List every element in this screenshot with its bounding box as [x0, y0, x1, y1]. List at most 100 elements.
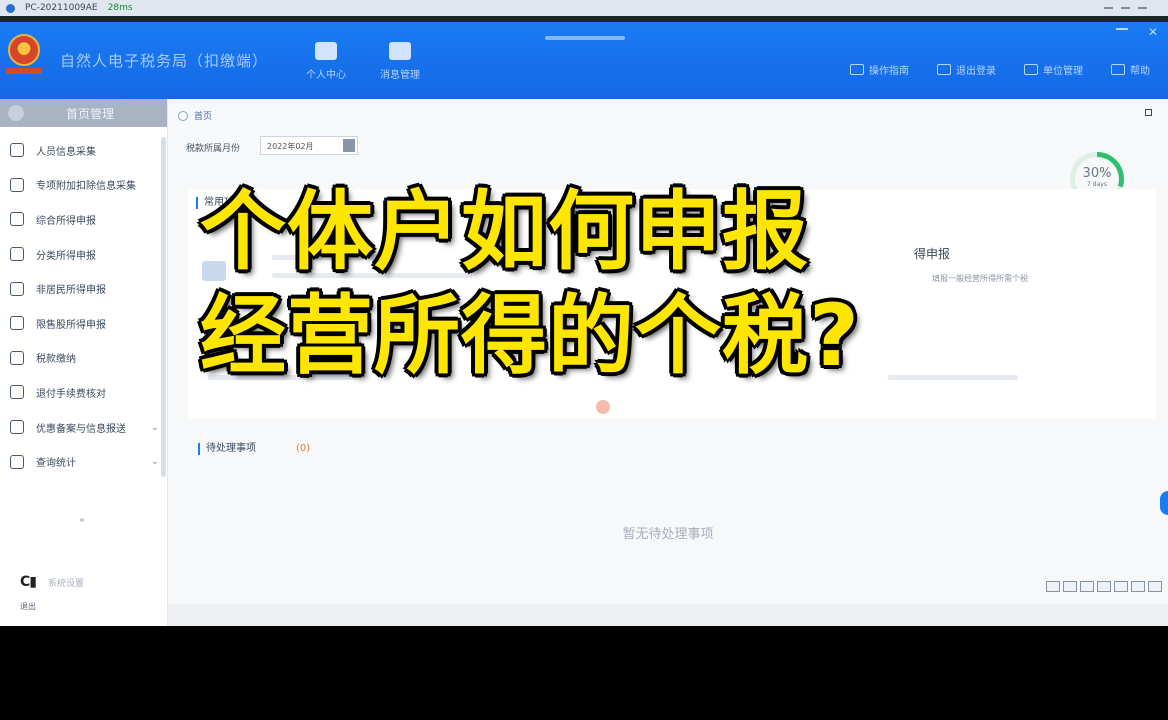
- search-chart-icon: [10, 454, 24, 469]
- help-icon: [1111, 64, 1125, 75]
- sidebar-item-label: 综合所得申报: [36, 215, 96, 227]
- image-icon: [202, 261, 226, 281]
- app-window: ✕ 自然人电子税务局（扣缴端） 个人中心 消息管理 操作指南 退出登录 单位管理…: [0, 22, 1168, 626]
- sidebar-exit[interactable]: 退出: [20, 601, 36, 612]
- home-icon: [8, 105, 24, 121]
- sidebar-home[interactable]: 首页管理: [0, 99, 167, 127]
- database-icon: [10, 212, 24, 227]
- tray-icon[interactable]: [1046, 581, 1060, 592]
- remote-host: PC-20211009AE: [25, 3, 98, 13]
- person-card-icon: [315, 42, 337, 60]
- company-button[interactable]: 单位管理: [1024, 62, 1083, 77]
- calendar-icon[interactable]: [343, 139, 355, 152]
- scroll-indicator: [80, 518, 84, 522]
- sidebar-item-classified-income[interactable]: 分类所得申报: [0, 237, 167, 272]
- sidebar-item-label: 优惠备案与信息报送: [36, 423, 126, 435]
- period-value: 2022年02月: [267, 142, 314, 151]
- guide-icon: [850, 64, 864, 75]
- letterbox-bar: [0, 626, 1168, 720]
- top-nav-personal-center[interactable]: 个人中心: [300, 42, 352, 81]
- sidebar-item-nonresident[interactable]: 非居民所得申报: [0, 271, 167, 306]
- minimize-icon[interactable]: [1116, 28, 1128, 30]
- remote-window-controls[interactable]: [1104, 3, 1150, 12]
- float-assistant-button[interactable]: [1160, 491, 1168, 515]
- tray-icon[interactable]: [1148, 581, 1162, 592]
- ime-tray[interactable]: [1046, 581, 1162, 592]
- mouse-cursor: [596, 400, 610, 414]
- logout-button[interactable]: 退出登录: [937, 62, 996, 77]
- message-icon: [389, 42, 411, 60]
- sidebar-item-label: 非居民所得申报: [36, 285, 106, 297]
- logout-label: 退出登录: [956, 66, 996, 77]
- tile-text-placeholder: [208, 375, 358, 380]
- company-icon: [1024, 64, 1038, 75]
- business-income-tile-title[interactable]: 得申报: [914, 245, 950, 262]
- connection-icon: [6, 3, 15, 13]
- sidebar-header-label: 首页管理: [66, 106, 115, 121]
- sidebar-item-comprehensive-income[interactable]: 综合所得申报: [0, 202, 167, 237]
- settings-label: 系统设置: [47, 578, 84, 589]
- sidebar-item-label: 限售股所得申报: [36, 319, 106, 331]
- tile-text-placeholder: [272, 273, 472, 278]
- status-band: [168, 604, 1168, 626]
- sidebar-item-tax-payment[interactable]: 税款缴纳: [0, 341, 167, 376]
- sidebar-item-label: 查询统计: [36, 458, 76, 470]
- empty-message: 暂无待处理事项: [622, 527, 714, 542]
- user-icon: [10, 281, 24, 296]
- pending-label: 待处理事项: [206, 443, 256, 454]
- bar-chart-icon: [10, 316, 24, 331]
- tray-icon[interactable]: [1131, 581, 1145, 592]
- period-picker[interactable]: 2022年02月: [260, 136, 358, 155]
- sidebar-settings[interactable]: C▮ 系统设置: [20, 574, 84, 590]
- document-icon: [10, 385, 24, 400]
- sidebar-item-personnel[interactable]: 人员信息采集: [0, 133, 167, 168]
- sidebar-item-fee-refund[interactable]: 退付手续费核对: [0, 375, 167, 410]
- sidebar-item-label: 分类所得申报: [36, 250, 96, 262]
- sidebar-item-preferential-filing[interactable]: 优惠备案与信息报送 ⌄: [0, 410, 167, 445]
- tile-text-placeholder: [272, 255, 392, 260]
- drag-handle[interactable]: [545, 36, 625, 40]
- sidebar-item-restricted-shares[interactable]: 限售股所得申报: [0, 306, 167, 341]
- sidebar-item-label: 退付手续费核对: [36, 388, 106, 400]
- home-tab-icon: [178, 110, 188, 121]
- remote-desktop-bar: PC-20211009AE 28ms: [0, 0, 1168, 16]
- sidebar-item-query-statistics[interactable]: 查询统计 ⌄: [0, 444, 167, 479]
- signal-latency: 28ms: [107, 3, 133, 13]
- top-nav-label: 个人中心: [306, 70, 346, 81]
- guide-button[interactable]: 操作指南: [850, 62, 909, 77]
- company-label: 单位管理: [1043, 66, 1083, 77]
- breadcrumb[interactable]: 首页: [178, 109, 212, 122]
- sidebar-item-label: 人员信息采集: [36, 146, 96, 158]
- report-icon: [10, 420, 24, 435]
- sidebar-scrollbar[interactable]: [161, 137, 166, 477]
- maximize-icon[interactable]: [1145, 109, 1152, 116]
- tray-icon[interactable]: [1063, 581, 1077, 592]
- business-income-tile-sub: 填报一般经营所得所需个税: [932, 274, 1028, 283]
- clock-icon: [10, 247, 24, 262]
- tray-icon[interactable]: [1114, 581, 1128, 592]
- top-nav-messages[interactable]: 消息管理: [374, 42, 426, 81]
- tax-emblem-logo: [6, 34, 42, 78]
- sidebar-item-special-deduction[interactable]: 专项附加扣除信息采集: [0, 168, 167, 203]
- tray-icon[interactable]: [1097, 581, 1111, 592]
- pending-count: (0): [296, 443, 311, 454]
- tray-icon[interactable]: [1080, 581, 1094, 592]
- sidebar: 首页管理 人员信息采集 专项附加扣除信息采集 综合所得申报 分类所得申报 非居民…: [0, 99, 168, 626]
- close-icon[interactable]: ✕: [1148, 25, 1158, 39]
- top-nav: 个人中心 消息管理: [300, 42, 426, 81]
- pending-section-title: 待处理事项 (0): [198, 443, 310, 455]
- logout-icon: [937, 64, 951, 75]
- settings-icon: C▮: [20, 574, 37, 590]
- person-icon: [10, 143, 24, 158]
- folder-icon: [10, 350, 24, 365]
- section-title: 常用功能: [196, 197, 244, 209]
- sidebar-item-label: 税款缴纳: [36, 354, 76, 366]
- breadcrumb-label: 首页: [194, 112, 213, 122]
- progress-percent: 30%: [1082, 166, 1112, 181]
- sidebar-item-label: 专项附加扣除信息采集: [36, 181, 136, 193]
- app-header: ✕ 自然人电子税务局（扣缴端） 个人中心 消息管理 操作指南 退出登录 单位管理…: [0, 22, 1168, 99]
- chevron-down-icon: ⌄: [150, 456, 159, 468]
- common-functions-card: 常用功能 得申报 填报一般经营所得所需个税: [188, 189, 1156, 419]
- app-title: 自然人电子税务局（扣缴端）: [60, 52, 269, 70]
- help-button[interactable]: 帮助: [1111, 62, 1150, 77]
